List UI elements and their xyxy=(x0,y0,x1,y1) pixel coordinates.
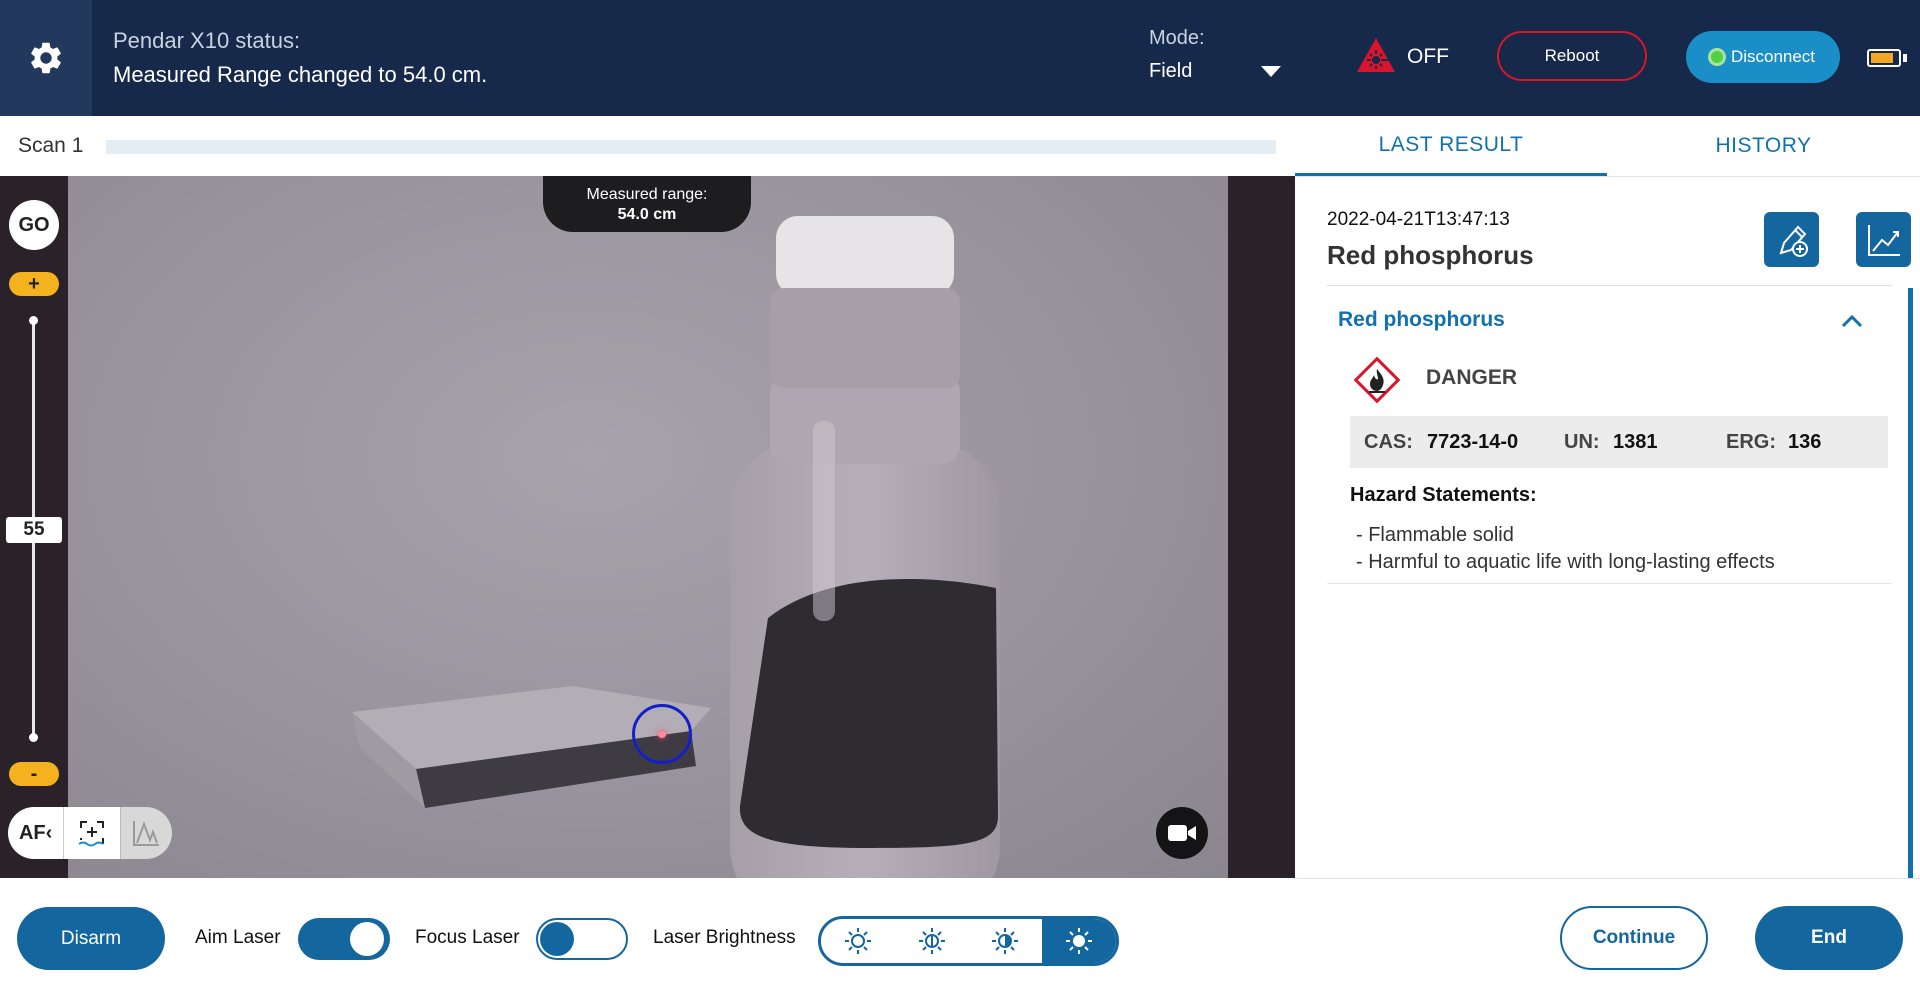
gear-icon xyxy=(31,42,61,74)
mode-dropdown[interactable]: Field xyxy=(1149,58,1281,86)
zoom-slider-top-cap xyxy=(29,316,38,325)
hazard-statements-title: Hazard Statements: xyxy=(1350,484,1537,506)
spectrum-button[interactable] xyxy=(119,807,172,859)
continue-button[interactable]: Continue xyxy=(1560,906,1708,970)
brightness-low-icon xyxy=(844,928,871,954)
laser-warning-icon xyxy=(1357,38,1395,72)
end-button[interactable]: End xyxy=(1755,906,1903,970)
zoom-out-button[interactable]: - xyxy=(9,762,59,786)
toggle-knob xyxy=(540,922,574,956)
hazard-statement: - Flammable solid xyxy=(1356,524,1514,546)
view-spectrum-button[interactable] xyxy=(1856,212,1911,267)
battery-level xyxy=(1871,53,1893,63)
battery-icon xyxy=(1867,49,1901,67)
spectrum-icon xyxy=(133,821,160,846)
toggle-knob xyxy=(350,922,384,956)
identifier-row: CAS: 7723-14-0 UN: 1381 ERG: 136 xyxy=(1350,416,1888,468)
cas-label: CAS: xyxy=(1364,431,1413,453)
laser-brightness-label: Laser Brightness xyxy=(653,927,796,948)
chevron-up-icon[interactable] xyxy=(1840,313,1864,329)
device-status-title: Pendar X10 status: xyxy=(113,28,301,53)
brightness-level-1[interactable] xyxy=(821,919,895,963)
signal-word: DANGER xyxy=(1426,366,1518,389)
brightness-medium-low-icon xyxy=(918,928,945,954)
brightness-level-4[interactable] xyxy=(1042,919,1116,963)
result-scrollbar[interactable] xyxy=(1908,288,1913,878)
top-header: Pendar X10 status: Measured Range change… xyxy=(0,0,1920,116)
caret-down-icon xyxy=(1261,66,1281,77)
brightness-high-icon xyxy=(1066,928,1093,954)
compound-name[interactable]: Red phosphorus xyxy=(1338,308,1505,332)
result-title: Red phosphorus xyxy=(1327,240,1534,270)
disconnect-label: Disconnect xyxy=(1730,47,1816,66)
result-separator xyxy=(1327,285,1892,286)
aim-laser-toggle[interactable] xyxy=(298,918,390,960)
result-timestamp: 2022-04-21T13:47:13 xyxy=(1327,209,1510,230)
brightness-level-3[interactable] xyxy=(968,919,1043,963)
camera-feed-image xyxy=(352,216,1000,878)
settings-button[interactable] xyxy=(0,0,92,116)
battery-tip xyxy=(1903,54,1907,62)
zoom-in-button[interactable]: + xyxy=(9,272,59,296)
camera-view[interactable]: Measured range: 54.0 cm xyxy=(68,176,1228,878)
connection-status-icon xyxy=(1710,51,1723,63)
tab-last-result[interactable]: LAST RESULT xyxy=(1295,116,1607,176)
laser-brightness-selector xyxy=(818,916,1119,966)
flammable-hazard-icon xyxy=(1353,356,1401,404)
panel-bottom-border xyxy=(1295,878,1920,879)
video-camera-icon xyxy=(1168,825,1196,841)
brightness-medium-high-icon xyxy=(992,928,1019,954)
tab-divider xyxy=(1295,176,1920,177)
mode-value: Field xyxy=(1149,60,1193,82)
focus-target-icon xyxy=(78,821,104,847)
add-annotation-button[interactable] xyxy=(1764,212,1819,267)
go-button[interactable]: GO xyxy=(9,200,59,250)
aim-laser-label: Aim Laser xyxy=(195,927,281,948)
focus-target-button[interactable] xyxy=(63,807,120,859)
autofocus-controls: AF‹ xyxy=(8,807,172,859)
zoom-slider-handle[interactable]: 55 xyxy=(6,517,62,543)
laser-state: OFF xyxy=(1407,45,1449,68)
brightness-level-2[interactable] xyxy=(894,919,969,963)
pen-add-icon xyxy=(1779,225,1808,257)
camera-right-bar xyxy=(1228,176,1295,878)
line-chart-icon xyxy=(1867,224,1900,256)
result-separator xyxy=(1327,583,1892,584)
reboot-button[interactable]: Reboot xyxy=(1497,31,1647,81)
laser-aim-dot xyxy=(658,731,666,738)
measured-range-title: Measured range: xyxy=(586,186,708,203)
erg-label: ERG: xyxy=(1726,431,1776,453)
device-status-message: Measured Range changed to 54.0 cm. xyxy=(113,62,488,87)
scan-progress-bar xyxy=(106,140,1276,154)
measured-range-badge: Measured range: 54.0 cm xyxy=(543,176,751,232)
hazard-statement: - Harmful to aquatic life with long-last… xyxy=(1356,551,1775,573)
focus-laser-label: Focus Laser xyxy=(415,927,520,948)
scan-label: Scan 1 xyxy=(18,134,84,157)
disconnect-button[interactable]: Disconnect xyxy=(1686,31,1840,83)
un-value: 1381 xyxy=(1613,431,1658,453)
cas-value: 7723-14-0 xyxy=(1427,431,1519,453)
mode-label: Mode: xyxy=(1149,27,1205,49)
zoom-slider-bottom-cap xyxy=(29,733,38,742)
autofocus-button[interactable]: AF‹ xyxy=(8,807,64,859)
disarm-button[interactable]: Disarm xyxy=(17,907,165,970)
focus-laser-toggle[interactable] xyxy=(536,918,628,960)
tab-history[interactable]: HISTORY xyxy=(1607,116,1920,176)
measured-range-value: 54.0 cm xyxy=(617,206,677,223)
erg-value: 136 xyxy=(1788,431,1822,453)
record-video-button[interactable] xyxy=(1156,807,1208,859)
un-label: UN: xyxy=(1564,431,1600,453)
